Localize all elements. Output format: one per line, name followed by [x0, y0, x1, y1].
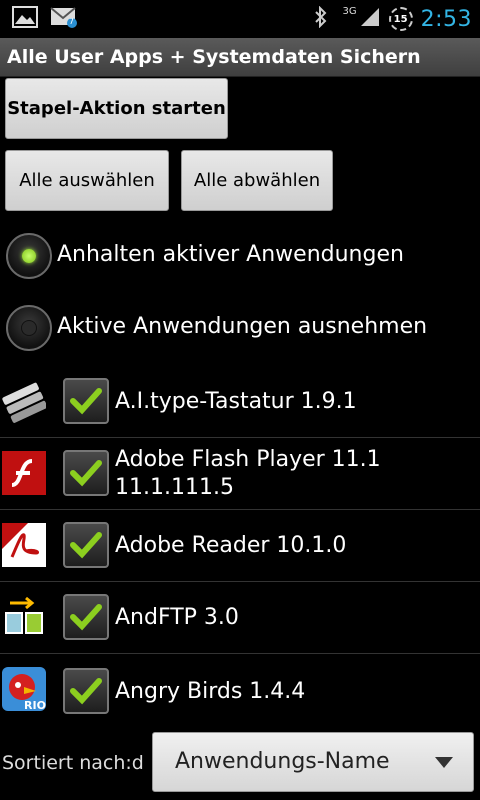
list-item[interactable]: Adobe Reader 10.1.0 — [0, 510, 480, 582]
sort-dropdown[interactable]: Anwendungs-Name — [152, 732, 474, 792]
app-name: AndFTP 3.0 — [115, 605, 239, 630]
svg-text:RIO: RIO — [24, 699, 46, 711]
chevron-down-icon — [435, 757, 453, 768]
mail-count: 7 — [69, 17, 75, 26]
page-title: Alle User Apps + Systemdaten Sichern — [7, 46, 421, 68]
battery-level: 15 — [393, 13, 408, 25]
sort-value: Anwendungs-Name — [175, 749, 390, 774]
flash-icon — [2, 451, 46, 495]
check-icon — [70, 388, 102, 415]
ftp-icon — [2, 595, 46, 639]
keyboard-icon — [2, 379, 48, 423]
check-icon — [70, 678, 102, 705]
list-item[interactable]: RIO Angry Birds 1.4.4 — [0, 654, 480, 726]
app-checkbox[interactable] — [63, 668, 109, 714]
check-icon — [70, 604, 102, 631]
radio-label: Anhalten aktiver Anwendungen — [57, 242, 404, 267]
title-bar: Alle User Apps + Systemdaten Sichern — [0, 38, 480, 77]
list-item[interactable]: AndFTP 3.0 — [0, 582, 480, 654]
angry-bird-icon: RIO — [2, 667, 46, 712]
check-icon — [70, 460, 102, 487]
check-icon — [70, 532, 102, 559]
app-checkbox[interactable] — [63, 522, 109, 568]
app-name: Angry Birds 1.4.4 — [115, 679, 306, 704]
signal-icon — [359, 6, 381, 32]
app-checkbox[interactable] — [63, 450, 109, 496]
radio-label: Aktive Anwendungen ausnehmen — [57, 314, 428, 339]
image-icon — [12, 6, 38, 32]
start-batch-button[interactable]: Stapel-Aktion starten — [5, 78, 228, 139]
app-checkbox[interactable] — [63, 594, 109, 640]
radio-exclude-active[interactable]: Aktive Anwendungen ausnehmen — [0, 298, 480, 358]
clock: 2:53 — [420, 6, 472, 32]
radio-pause-active[interactable]: Anhalten aktiver Anwendungen — [0, 226, 480, 286]
mail-icon: 7 — [50, 6, 78, 32]
list-item[interactable]: A.I.type-Tastatur 1.9.1 — [0, 366, 480, 438]
deselect-all-button[interactable]: Alle abwählen — [181, 150, 333, 211]
sort-label: Sortiert nach:d — [2, 752, 144, 774]
radio-button-unselected[interactable] — [6, 305, 52, 351]
app-name: Adobe Flash Player 11.1 11.1.111.5 — [115, 447, 381, 500]
select-all-button[interactable]: Alle auswählen — [5, 150, 169, 211]
network-type: 3G — [342, 5, 357, 17]
list-item[interactable]: Adobe Flash Player 11.1 11.1.111.5 — [0, 438, 480, 510]
app-name: A.I.type-Tastatur 1.9.1 — [115, 389, 357, 414]
radio-button-selected[interactable] — [6, 233, 52, 279]
app-checkbox[interactable] — [63, 378, 109, 424]
app-name: Adobe Reader 10.1.0 — [115, 533, 347, 558]
battery-icon: 15 — [388, 7, 413, 31]
acrobat-icon — [2, 523, 46, 567]
bluetooth-icon — [314, 5, 328, 32]
status-bar: 7 3G 15 2:53 — [0, 0, 480, 38]
